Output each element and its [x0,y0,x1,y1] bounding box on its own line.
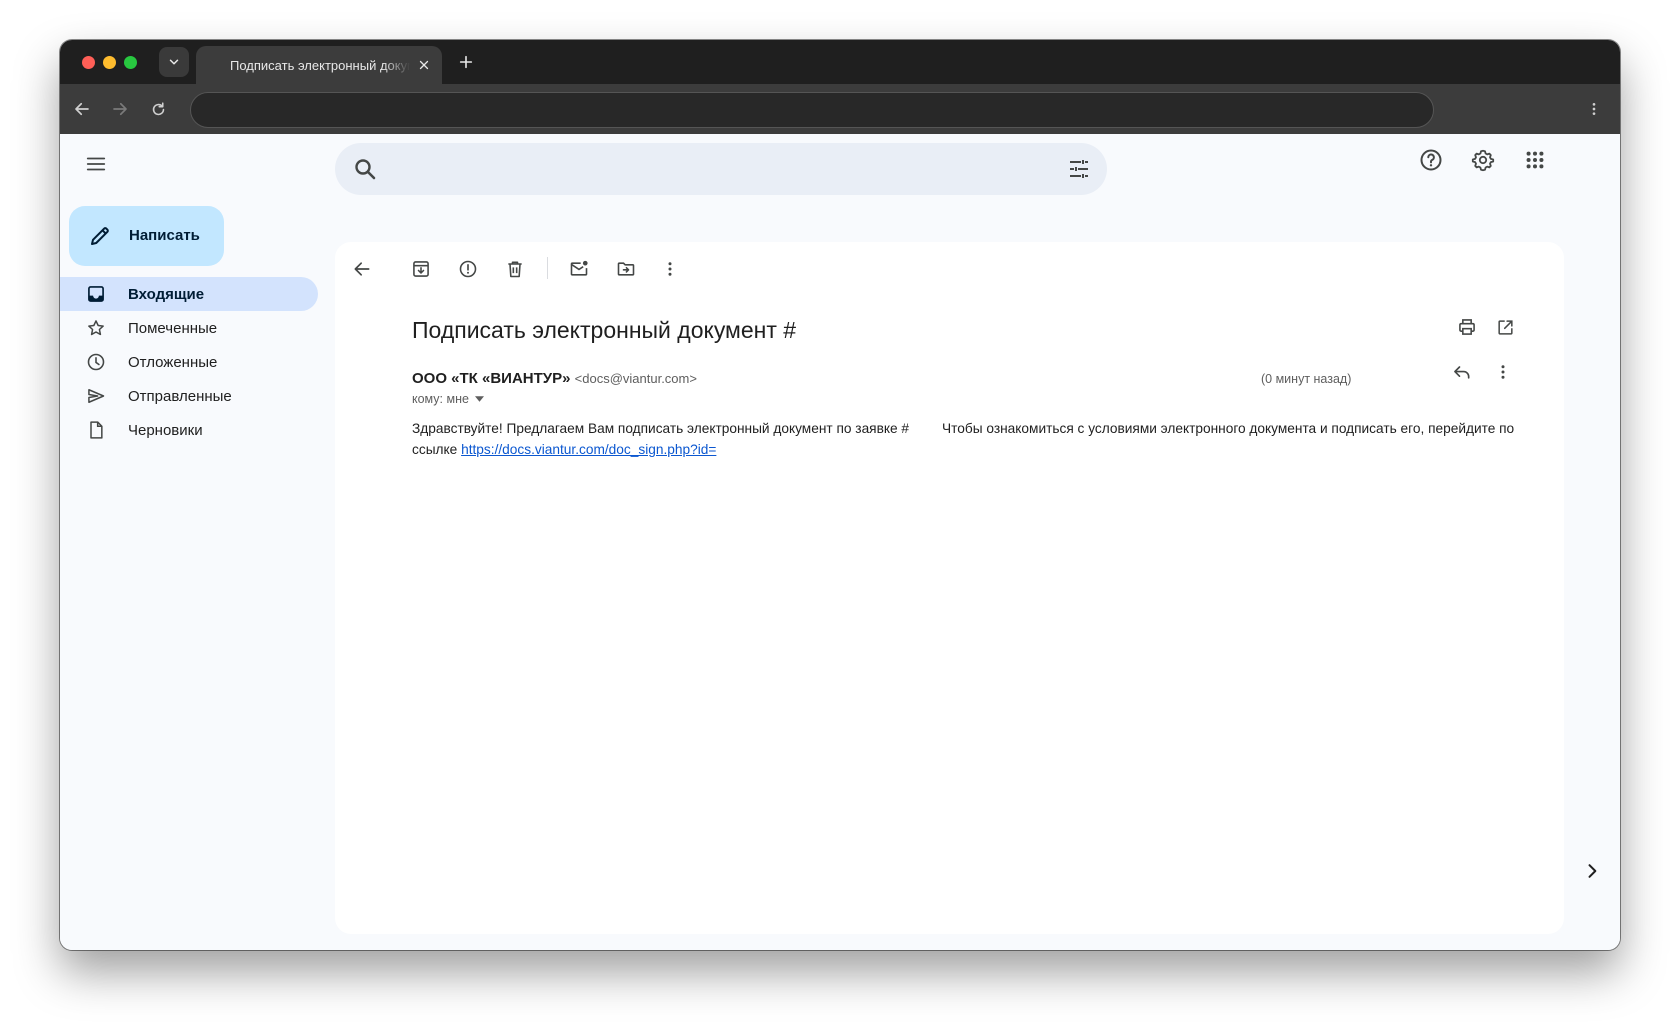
sign-document-link[interactable]: https://docs.viantur.com/doc_sign.php?id… [461,442,716,457]
sidebar-item-label: Входящие [128,286,205,303]
reply-button[interactable] [1450,360,1474,384]
apps-button[interactable] [1522,147,1548,173]
mark-unread-button[interactable] [567,257,591,281]
more-vertical-icon [668,262,672,276]
close-window-button[interactable] [82,56,95,69]
more-vertical-icon [1592,103,1596,115]
sidebar-item-inbox[interactable]: Входящие [60,277,318,311]
close-icon [419,60,429,70]
address-bar[interactable] [190,92,1434,128]
filter-options-icon[interactable] [1067,157,1091,181]
back-button[interactable] [70,97,94,121]
trash-icon [508,261,522,278]
recipient-label: кому: мне [412,392,469,406]
archive-button[interactable] [409,257,433,281]
star-icon [88,320,104,336]
delete-button[interactable] [503,257,527,281]
main-menu-button[interactable] [82,150,110,178]
pencil-icon [91,227,109,245]
body-text-part1: Здравствуйте! Предлагаем Вам подписать э… [412,421,910,436]
clock-icon [87,353,105,371]
report-spam-button[interactable] [456,257,480,281]
new-tab-button[interactable] [454,50,478,74]
send-icon [88,389,105,403]
message-time: (0 минут назад) [1261,372,1352,386]
minimize-window-button[interactable] [103,56,116,69]
sidebar-item-sent[interactable]: Отправленные [60,379,318,413]
arrow-left-icon [75,102,89,116]
reload-icon [152,101,164,115]
browser-menu-button[interactable] [1582,97,1606,121]
print-button[interactable] [1455,315,1479,339]
gmail-app: Написать Входящие Помеченные Отложенные … [60,134,1620,950]
search-bar[interactable] [335,143,1107,195]
sender-name[interactable]: ООО «ТК «ВИАНТУР» <docs@viantur.com> [412,370,697,387]
reload-button[interactable] [146,97,170,121]
more-vertical-icon [1501,365,1505,379]
sidebar-item-snoozed[interactable]: Отложенные [60,345,318,379]
forward-button[interactable] [108,97,132,121]
help-icon [1420,149,1442,171]
back-to-inbox-button[interactable] [350,257,374,281]
move-to-button[interactable] [614,257,638,281]
search-icon[interactable] [353,157,377,181]
message-body: Здравствуйте! Предлагаем Вам подписать э… [412,418,1532,460]
message-view: Подписать электронный документ # ООО «ТК… [335,242,1564,934]
sidebar-item-label: Отправленные [128,388,232,405]
sidebar-nav: Входящие Помеченные Отложенные Отправлен… [60,277,318,447]
message-more-button[interactable] [1491,360,1515,384]
maximize-window-button[interactable] [124,56,137,69]
toolbar-divider [547,257,548,279]
mark-unread-icon [570,260,588,276]
compose-button[interactable]: Написать [69,206,224,266]
browser-tab[interactable]: Подписать электронный документ # [196,46,442,84]
move-to-folder-icon [617,262,635,276]
sender-email: <docs@viantur.com> [574,371,697,386]
sidebar-item-label: Черновики [128,422,203,439]
sender-name-text: ООО «ТК «ВИАНТУР» [412,370,571,387]
report-icon [459,260,477,278]
tab-search-button[interactable] [159,47,189,77]
arrow-left-icon [354,262,370,276]
more-actions-button[interactable] [658,257,682,281]
print-icon [1459,319,1475,335]
reply-icon [1454,366,1470,379]
tab-title: Подписать электронный документ # [230,58,410,73]
compose-label: Написать [129,227,200,244]
search-input[interactable] [395,157,1045,181]
gear-icon [1471,149,1495,172]
hamburger-icon [86,157,106,171]
caret-down-icon [474,396,484,402]
draft-icon [90,421,103,439]
sidebar-item-label: Помеченные [128,320,218,337]
message-subject: Подписать электронный документ # [412,317,797,343]
sidebar-item-drafts[interactable]: Черновики [60,413,318,447]
archive-icon [413,261,429,277]
browser-window: Подписать электронный документ # [60,40,1620,950]
plus-icon [459,55,473,69]
recipient-details-toggle[interactable]: кому: мне [412,392,484,406]
settings-button[interactable] [1470,147,1496,173]
help-button[interactable] [1418,147,1444,173]
sidebar-item-label: Отложенные [128,354,218,371]
open-in-new-window-button[interactable] [1493,315,1517,339]
apps-grid-icon [1526,151,1544,169]
sidebar-item-starred[interactable]: Помеченные [60,311,318,345]
open-in-new-icon [1497,319,1513,335]
chevron-right-icon[interactable] [1582,861,1602,881]
tab-close-button[interactable] [416,57,432,73]
chevron-down-icon [169,59,179,65]
browser-toolbar [60,84,1620,134]
arrow-right-icon [113,102,127,116]
inbox-icon [88,286,104,302]
tab-bar: Подписать электронный документ # [60,40,1620,84]
